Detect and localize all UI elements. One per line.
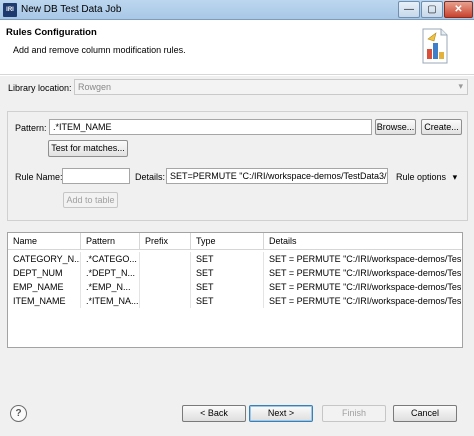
pattern-label: Pattern:: [15, 123, 47, 133]
cell-pattern: .*DEPT_N...: [81, 266, 140, 280]
cell-name: CATEGORY_N...: [8, 252, 81, 266]
cell-pattern: .*EMP_N...: [81, 280, 140, 294]
chevron-down-icon: ▾: [458, 81, 463, 91]
rule-name-label: Rule Name:: [15, 172, 63, 182]
cell-name: DEPT_NUM: [8, 266, 81, 280]
column-header-prefix[interactable]: Prefix: [140, 233, 191, 250]
browse-button[interactable]: Browse...: [375, 119, 416, 135]
column-header-pattern[interactable]: Pattern: [81, 233, 140, 250]
help-icon[interactable]: ?: [10, 405, 27, 422]
cell-details: SET = PERMUTE "C:/IRI/workspace-demos/Te…: [269, 282, 462, 292]
rule-name-input[interactable]: [62, 168, 130, 184]
cell-name: ITEM_NAME: [8, 294, 81, 308]
table-row[interactable]: CATEGORY_N... .*CATEGO... SET SET = PERM…: [8, 252, 462, 266]
cell-prefix: [140, 252, 191, 266]
cell-pattern: .*CATEGO...: [81, 252, 140, 266]
cell-details: SET = PERMUTE "C:/IRI/workspace-demos/Te…: [269, 254, 462, 264]
library-location-combo[interactable]: Rowgen ▾: [74, 79, 468, 95]
page-description: Add and remove column modification rules…: [13, 45, 186, 55]
column-header-details[interactable]: Details: [264, 233, 462, 250]
create-button[interactable]: Create...: [421, 119, 462, 135]
cell-type: SET: [191, 280, 264, 294]
details-label: Details:: [135, 172, 166, 182]
chevron-down-icon: ▾: [452, 172, 458, 182]
cell-details: SET = PERMUTE "C:/IRI/workspace-demos/Te…: [269, 268, 462, 278]
cell-type: SET: [191, 252, 264, 266]
rule-options-label: Rule options: [396, 172, 447, 182]
table-row[interactable]: DEPT_NUM .*DEPT_N... SET SET = PERMUTE "…: [8, 266, 462, 280]
maximize-button[interactable]: ▢: [421, 1, 443, 18]
column-header-type[interactable]: Type: [191, 233, 264, 250]
cell-details: SET = PERMUTE "C:/IRI/workspace-demos/Te…: [269, 296, 462, 306]
window-title: New DB Test Data Job: [21, 4, 122, 15]
rule-options-menu[interactable]: Rule options ▾: [396, 172, 457, 183]
cell-type: SET: [191, 294, 264, 308]
cell-prefix: [140, 266, 191, 280]
table-row[interactable]: ITEM_NAME .*ITEM_NA... SET SET = PERMUTE…: [8, 294, 462, 308]
column-header-name[interactable]: Name: [8, 233, 81, 250]
table-row[interactable]: EMP_NAME .*EMP_N... SET SET = PERMUTE "C…: [8, 280, 462, 294]
library-location-label: Library location:: [8, 83, 72, 93]
wizard-footer: ? < Back Next > Finish Cancel: [0, 392, 474, 436]
cell-pattern: .*ITEM_NA...: [81, 294, 140, 308]
window-title-bar[interactable]: IRI New DB Test Data Job — ▢ ✕: [0, 0, 474, 20]
library-location-value: Rowgen: [78, 82, 112, 92]
pattern-input[interactable]: .*ITEM_NAME: [49, 119, 372, 135]
cancel-button[interactable]: Cancel: [393, 405, 457, 422]
back-button[interactable]: < Back: [182, 405, 246, 422]
wizard-banner: Rules Configuration Add and remove colum…: [0, 20, 474, 75]
close-button[interactable]: ✕: [444, 1, 473, 18]
cell-prefix: [140, 280, 191, 294]
test-matches-button[interactable]: Test for matches...: [48, 140, 128, 157]
details-input[interactable]: SET=PERMUTE "C:/IRI/workspace-demos/Test…: [166, 168, 388, 184]
next-button[interactable]: Next >: [249, 405, 313, 422]
cell-prefix: [140, 294, 191, 308]
page-title: Rules Configuration: [6, 27, 97, 38]
app-logo-icon: IRI: [3, 3, 17, 17]
cell-name: EMP_NAME: [8, 280, 81, 294]
cell-type: SET: [191, 266, 264, 280]
wizard-page-icon: [422, 28, 448, 64]
rules-table[interactable]: Name Pattern Prefix Type Details CATEGOR…: [7, 232, 463, 348]
add-to-table-button[interactable]: Add to table: [63, 192, 118, 208]
minimize-button[interactable]: —: [398, 1, 420, 18]
finish-button[interactable]: Finish: [322, 405, 386, 422]
